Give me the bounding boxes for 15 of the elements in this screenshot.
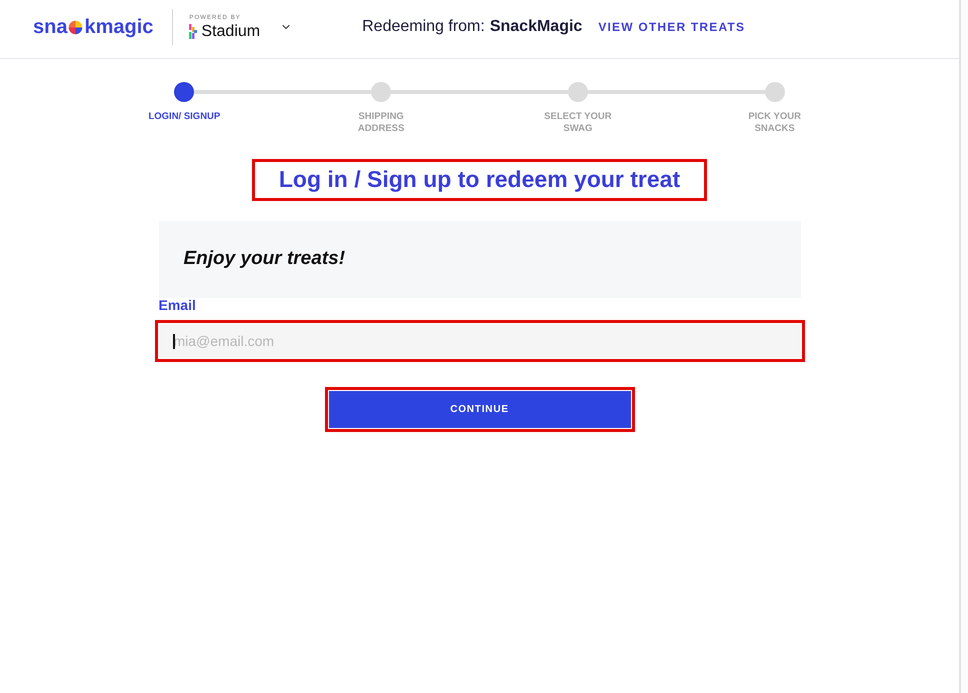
email-label: Email: [158, 297, 197, 313]
redeeming-label: Redeeming from:: [362, 17, 485, 37]
logo-text: kmagic: [84, 17, 154, 37]
pinwheel-logo-icon: [68, 20, 84, 34]
message-text: Enjoy your treats!: [184, 247, 346, 272]
email-field[interactable]: mia@email.com: [158, 324, 800, 358]
page-heading: Log in / Sign up to redeem your treat: [278, 165, 680, 194]
stadium-logo-icon: [189, 24, 198, 39]
view-other-treats-link[interactable]: VIEW OTHER TREATS: [598, 18, 746, 36]
logo-text: sna: [33, 17, 68, 37]
partner-name: Stadium: [201, 22, 260, 40]
continue-button[interactable]: CONTINUE: [328, 391, 630, 428]
step-label[interactable]: LOGIN/ SIGNUP: [148, 111, 220, 135]
scrollbar-track[interactable]: [959, 0, 968, 693]
redeeming-source: SnackMagic: [490, 17, 582, 37]
